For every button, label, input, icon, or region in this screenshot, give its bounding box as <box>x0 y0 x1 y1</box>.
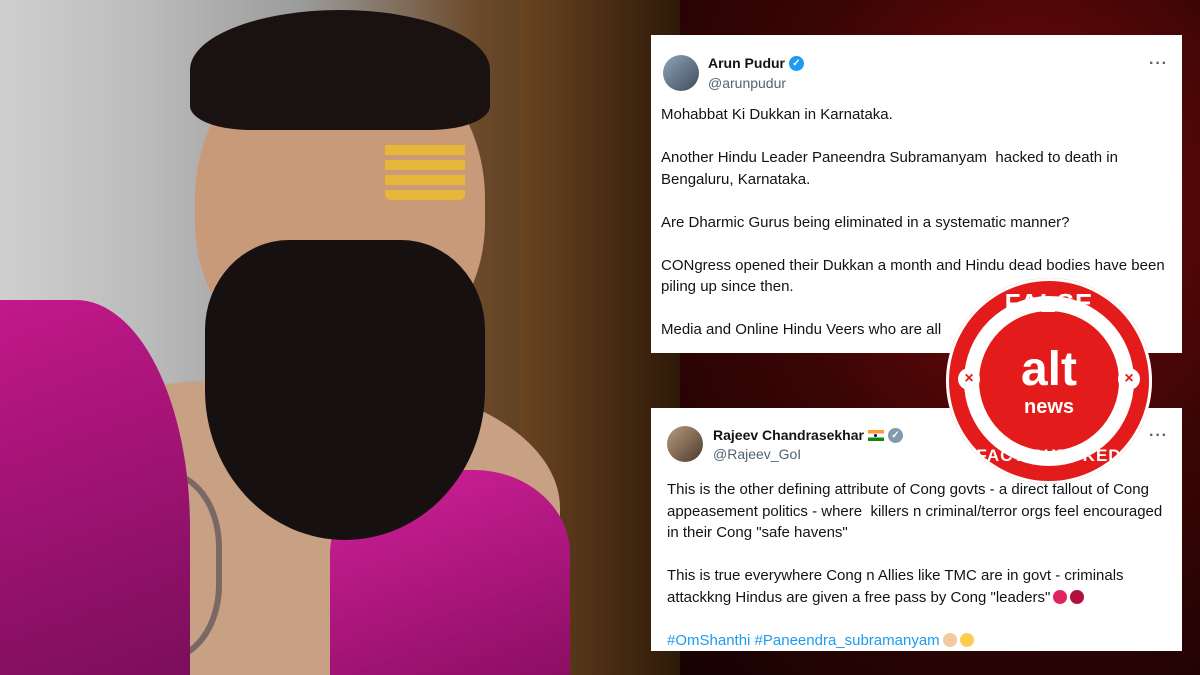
photo-portrait <box>0 0 680 675</box>
close-icon: × <box>1118 368 1140 390</box>
photo-tilak <box>385 140 465 200</box>
folded-hands-emoji-icon <box>942 632 957 647</box>
photo-hair <box>190 10 490 130</box>
stamp-verdict: FALSE <box>1004 288 1094 318</box>
stamp-label: FACT-CHECKED <box>976 446 1122 465</box>
close-icon: × <box>958 368 980 390</box>
fact-check-stamp: FALSE alt news × × FACT-CHECKED <box>946 278 1152 484</box>
cursing-face-emoji-icon <box>1070 589 1085 604</box>
stamp-logo-sub: news <box>1023 396 1075 418</box>
avatar[interactable] <box>667 426 703 462</box>
author-name-text: Arun Pudur <box>708 55 785 71</box>
author-name[interactable]: Arun Pudur ✓ <box>708 55 804 71</box>
photo-cloth-left <box>0 300 190 675</box>
hashtags[interactable]: #OmShanthi #Paneendra_subramanyam <box>667 632 940 649</box>
author-handle[interactable]: @arunpudur <box>708 75 786 91</box>
verified-badge-icon: ✓ <box>789 55 804 71</box>
avatar[interactable] <box>663 55 699 91</box>
author-name-text: Rajeev Chandrasekhar <box>713 427 864 443</box>
tweet-text: This is the other defining attribute of … <box>667 479 1172 651</box>
verified-badge-icon: ✓ <box>887 427 903 443</box>
angry-face-emoji-icon <box>1053 589 1068 604</box>
author-name[interactable]: Rajeev Chandrasekhar ✓ <box>713 427 903 443</box>
india-flag-icon <box>867 429 884 441</box>
author-handle[interactable]: @Rajeev_GoI <box>713 446 801 462</box>
more-options-icon[interactable]: ··· <box>1149 55 1168 73</box>
sad-face-emoji-icon <box>959 632 974 647</box>
tweet-text-body: This is the other defining attribute of … <box>667 481 1163 606</box>
more-options-icon[interactable]: ··· <box>1149 427 1168 445</box>
photo-beard <box>205 240 485 540</box>
